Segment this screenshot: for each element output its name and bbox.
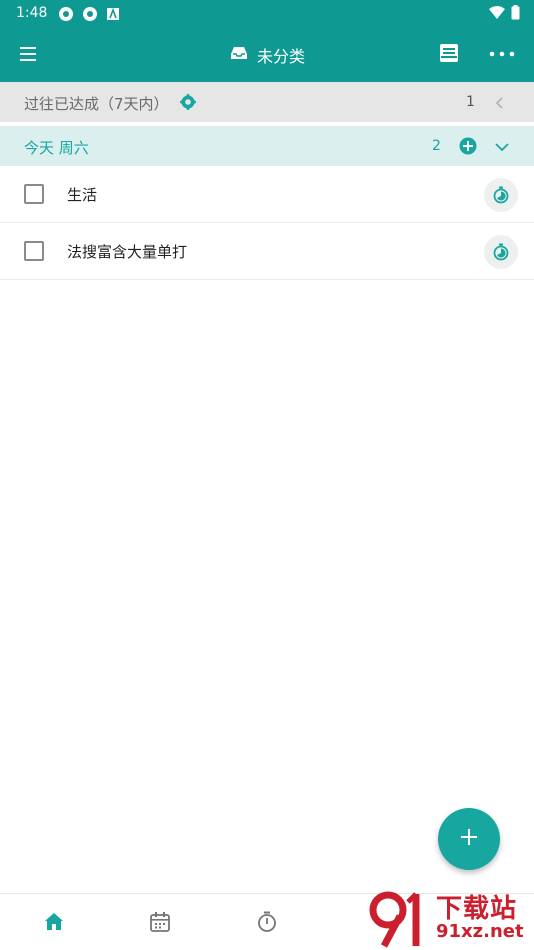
status-bar: 1:48 (0, 0, 534, 28)
task-checkbox[interactable] (24, 184, 44, 204)
battery-icon (511, 5, 520, 24)
timer-icon[interactable] (484, 235, 518, 269)
task-name: 生活 (67, 186, 98, 204)
add-task-button[interactable] (438, 808, 500, 870)
watermark: 下载站 91xz.net (360, 888, 534, 950)
timer-icon[interactable] (484, 178, 518, 212)
today-label: 今天 周六 (24, 139, 89, 157)
notification-a-icon (106, 6, 122, 22)
watermark-logo (369, 891, 420, 948)
watermark-site-name: 下载站 (436, 894, 518, 924)
task-name: 法搜富含大量单打 (67, 243, 188, 261)
gear-icon[interactable] (180, 94, 196, 110)
notification-app-icon (82, 6, 98, 22)
notification-app-icon (58, 6, 74, 22)
status-time: 1:48 (16, 5, 48, 21)
notification-icons (58, 6, 122, 22)
app-bar: 未分类 (0, 28, 534, 82)
calendar-icon[interactable] (148, 910, 172, 934)
chevron-left-icon[interactable] (493, 95, 507, 109)
task-row[interactable]: 生活 (0, 166, 534, 223)
more-icon[interactable] (488, 44, 516, 64)
plus-icon (459, 827, 479, 851)
today-section-header[interactable]: 今天 周六 2 (0, 126, 534, 166)
archive-icon[interactable] (438, 42, 460, 64)
watermark-domain: 91xz.net (436, 921, 524, 942)
page-title: 未分类 (256, 47, 305, 66)
add-circle-icon[interactable] (459, 137, 477, 155)
task-checkbox[interactable] (24, 241, 44, 261)
chevron-down-icon[interactable] (494, 139, 510, 153)
past-achieved-count: 1 (466, 94, 475, 110)
past-achieved-header[interactable]: 过往已达成（7天内） 1 (0, 82, 534, 122)
past-achieved-label: 过往已达成（7天内） (24, 95, 169, 113)
stopwatch-icon[interactable] (255, 910, 279, 934)
inbox-icon (229, 44, 249, 66)
system-icons (489, 5, 520, 24)
home-icon[interactable] (42, 910, 66, 934)
wifi-icon (489, 5, 505, 24)
task-row[interactable]: 法搜富含大量单打 (0, 223, 534, 280)
today-count: 2 (432, 138, 441, 154)
